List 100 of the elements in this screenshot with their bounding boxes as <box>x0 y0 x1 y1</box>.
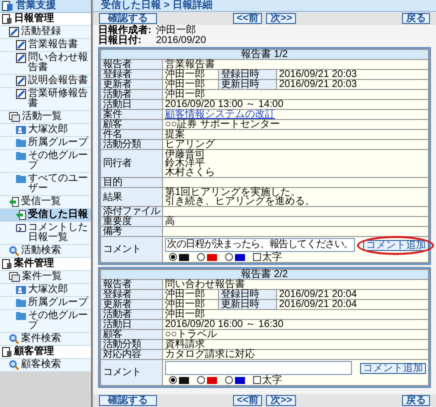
back-button[interactable]: 戻る <box>402 395 430 406</box>
row-label: 更新日時 <box>218 80 276 90</box>
row-label: 活動日 <box>100 100 162 110</box>
table-cell: 沖田一郎 <box>162 80 218 90</box>
row-label: 活動者 <box>100 310 162 320</box>
search-icon <box>9 246 19 256</box>
list-icon <box>9 272 20 282</box>
sidebar-item[interactable]: 顧客検索 <box>0 359 91 372</box>
arrow-left-icon <box>16 210 26 220</box>
sidebar-item[interactable]: 営業研修報告書 <box>0 88 91 111</box>
row-label: 活動分類 <box>100 140 162 150</box>
confirm-button[interactable]: 確認する <box>99 395 157 406</box>
sidebar-item[interactable]: 活動一覧 <box>0 111 91 124</box>
row-label: 報告者 <box>100 280 162 290</box>
row-label: 案件 <box>100 110 162 120</box>
sidebar-item[interactable]: 案件検索 <box>0 333 91 346</box>
sidebar-item[interactable]: 日報管理 <box>0 13 91 26</box>
radio-button[interactable] <box>169 376 177 384</box>
table-cell: 2016/09/21 20:04 <box>276 300 428 310</box>
radio-button[interactable] <box>197 376 205 384</box>
table-header: 報告書 1/2 <box>100 50 428 60</box>
table-cell: 営業報告書 <box>162 60 428 70</box>
row-label: コメント <box>100 236 162 262</box>
checkbox-label: 太字 <box>262 376 282 384</box>
table-cell: 問い合わせ報告書 <box>162 280 428 290</box>
previous-button[interactable]: <<前 <box>232 395 262 406</box>
table-cell: 2016/09/21 20:03 <box>276 80 428 90</box>
add-comment-button[interactable]: コメント追加 <box>360 362 426 374</box>
comment-field[interactable]: 次の日程が決まったら、報告してください。 <box>165 238 355 252</box>
table-cell: カタログ請求に対応 <box>162 350 428 360</box>
edit-icon <box>9 27 19 37</box>
sidebar-item[interactable]: 説明会報告書 <box>0 75 91 88</box>
radio-button[interactable] <box>169 253 177 261</box>
search-icon <box>9 334 19 344</box>
row-label: 更新日時 <box>218 300 276 310</box>
radio-button[interactable] <box>197 253 205 261</box>
row-label: 備考 <box>100 226 162 236</box>
table-cell: 提案 <box>162 130 428 140</box>
table-cell: 沖田一郎 <box>162 300 218 310</box>
add-comment-button[interactable]: コメント追加 <box>363 240 429 250</box>
radio-button[interactable] <box>225 376 233 384</box>
sidebar-item[interactable]: 所属グループ <box>0 137 91 150</box>
row-label: 更新者 <box>100 80 162 90</box>
row-label: 更新者 <box>100 300 162 310</box>
sidebar-item[interactable]: 営業報告書 <box>0 39 91 52</box>
confirm-button[interactable]: 確認する <box>99 13 157 24</box>
sidebar-item[interactable]: その他グループ <box>0 150 91 173</box>
row-label: コメント <box>100 360 162 386</box>
comment-field[interactable] <box>165 361 352 375</box>
table-cell: 第1回ヒアリングを実施した。 引き続き、ヒアリングを進める。 <box>162 188 428 206</box>
sidebar-item[interactable]: 活動登録 <box>0 26 91 39</box>
row-label: 重要度 <box>100 216 162 226</box>
document-icon <box>2 347 12 357</box>
sidebar-item[interactable]: 案件管理 <box>0 258 91 271</box>
row-label: 登録者 <box>100 70 162 80</box>
table-cell: ヒアリング <box>162 140 428 150</box>
table-header: 報告書 2/2 <box>100 270 428 280</box>
sidebar-item[interactable]: 大塚次郎 <box>0 124 91 137</box>
sidebar-item[interactable]: その他グループ <box>0 310 91 333</box>
sidebar-item[interactable]: 所属グループ <box>0 297 91 310</box>
edit-icon <box>16 76 26 86</box>
sidebar-item[interactable]: 案件一覧 <box>0 271 91 284</box>
checkbox[interactable] <box>253 253 261 261</box>
sidebar-item[interactable]: 受信一覧 <box>0 196 91 209</box>
info-value: 沖田一郎 <box>156 26 196 36</box>
search-icon <box>9 360 19 370</box>
previous-button[interactable]: <<前 <box>232 13 262 24</box>
sidebar-item[interactable]: 受信した日報 <box>0 209 91 222</box>
info-label: 日報日付: <box>98 36 142 46</box>
document-icon <box>2 14 12 24</box>
table-cell: 伊藤晋司 鈴木洋平 木村さくら <box>162 150 428 178</box>
row-label: 添付ファイル <box>100 206 162 216</box>
row-label: 結果 <box>100 188 162 206</box>
edit-icon <box>16 53 26 63</box>
checkbox[interactable] <box>253 376 261 384</box>
row-label: 対応内容 <box>100 350 162 360</box>
table-cell: 2016/09/21 20:04 <box>276 290 428 300</box>
sidebar-item[interactable]: コメントした日報一覧 <box>0 222 91 245</box>
document-icon <box>2 259 12 269</box>
sidebar-item[interactable]: 顧客管理 <box>0 346 91 359</box>
sidebar-item[interactable]: 活動検索 <box>0 245 91 258</box>
user-icon <box>16 125 26 135</box>
next-button[interactable]: 次>> <box>266 395 296 406</box>
table-cell: 2016/09/20 16:00 ～ 16:30 <box>162 320 428 330</box>
edit-icon <box>16 89 26 99</box>
table-cell: ○○トラベル <box>162 330 428 340</box>
row-label: 活動分類 <box>100 340 162 350</box>
row-label: 目的 <box>100 178 162 188</box>
back-button[interactable]: 戻る <box>402 13 430 24</box>
table-cell: 2016/09/21 20:03 <box>276 70 428 80</box>
sidebar-item[interactable]: 大塚次郎 <box>0 284 91 297</box>
sidebar-item[interactable]: 問い合わせ報告書 <box>0 52 91 75</box>
arrow-left-icon <box>9 197 19 207</box>
radio-button[interactable] <box>225 253 233 261</box>
row-label: 報告者 <box>100 60 162 70</box>
next-button[interactable]: 次>> <box>266 13 296 24</box>
info-value: 2016/09/20 <box>156 36 208 46</box>
row-label: 登録日時 <box>218 70 276 80</box>
table-cell: 沖田一郎 <box>162 290 218 300</box>
sidebar-item[interactable]: すべてのユーザー <box>0 173 91 196</box>
